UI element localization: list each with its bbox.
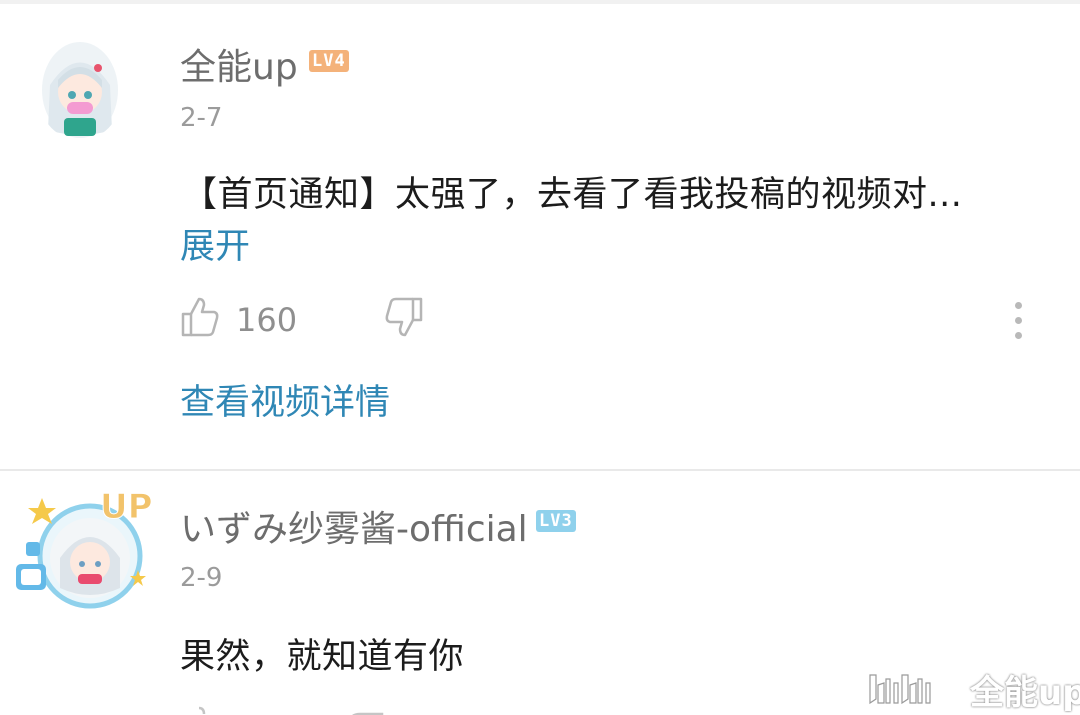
dislike-button[interactable] — [382, 296, 424, 338]
comment-date: 2-7 — [180, 103, 223, 133]
thumbs-down-icon — [385, 297, 423, 337]
level-badge: LV4 — [309, 50, 349, 72]
like-button[interactable] — [180, 296, 220, 338]
user-avatar-frame[interactable]: UP — [12, 478, 160, 614]
comment-date: 2-9 — [180, 563, 223, 593]
dislike-button[interactable] — [346, 706, 388, 715]
comment-username[interactable]: いずみ纱雾酱-official — [180, 500, 528, 552]
svg-text:UP: UP — [100, 487, 153, 527]
bilibili-logo — [869, 674, 931, 705]
user-avatar[interactable] — [40, 40, 120, 140]
thumbs-up-icon — [181, 297, 219, 337]
level-badge: LV3 — [536, 510, 576, 532]
comment-divider — [0, 469, 1080, 471]
view-video-details-link[interactable]: 查看视频详情 — [180, 374, 390, 425]
watermark-text: 全能up — [970, 672, 1080, 713]
top-divider — [0, 0, 1080, 4]
anime-girl-avatar-icon — [42, 42, 118, 138]
like-button[interactable] — [180, 705, 220, 715]
comment-text: 果然，就知道有你 — [180, 637, 465, 677]
comment-username[interactable]: 全能up — [180, 38, 298, 90]
expand-link[interactable]: 展开 — [180, 218, 250, 269]
up-avatar-frame-icon: UP — [16, 487, 153, 609]
thumbs-up-icon — [198, 706, 206, 715]
bilibili-watermark: 全能up — [866, 666, 1080, 713]
more-options-icon[interactable] — [1015, 302, 1023, 347]
comment-text: 【首页通知】太强了，去看了看我投稿的视频对... — [182, 175, 963, 215]
like-count: 160 — [236, 301, 298, 339]
